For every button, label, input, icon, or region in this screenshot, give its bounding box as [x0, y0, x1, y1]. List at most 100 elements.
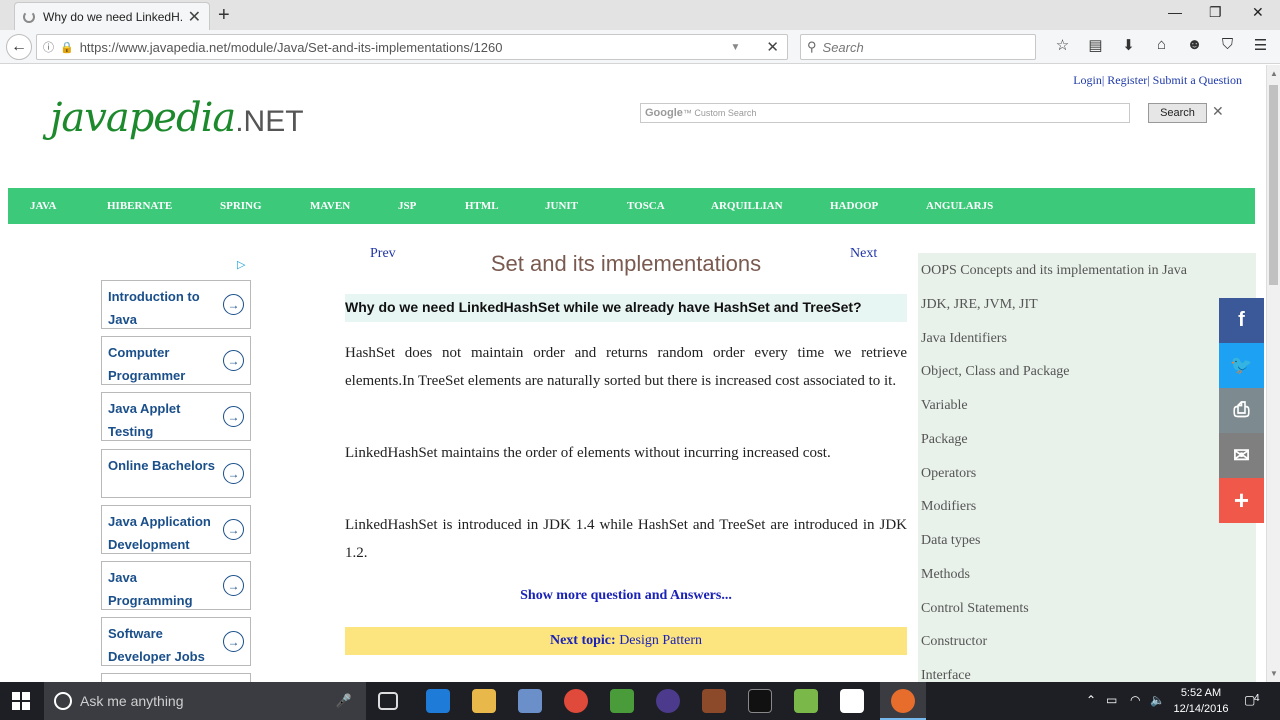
sidebar-item[interactable]: Java Identifiers — [921, 331, 1007, 347]
ad-link-partial[interactable] — [101, 673, 251, 682]
clear-search-icon[interactable]: ✕ — [1212, 103, 1224, 120]
ad-label: Software Developer Jobs — [108, 626, 205, 664]
menu-item-java[interactable]: JAVA — [30, 200, 57, 212]
scroll-up-icon[interactable]: ▲ — [1270, 69, 1278, 78]
facebook-share-button[interactable]: f — [1219, 298, 1264, 343]
sidebar-item[interactable]: Interface — [921, 668, 971, 682]
menu-item-arquillian[interactable]: ARQUILLIAN — [711, 200, 783, 212]
microphone-icon[interactable]: 🎤 — [336, 693, 352, 709]
site-search-button[interactable]: Search — [1148, 103, 1207, 123]
firefox-taskbar-button[interactable] — [880, 682, 926, 720]
sidebar-item[interactable]: Data types — [921, 533, 980, 549]
app-icon[interactable] — [840, 689, 864, 713]
terminal-icon[interactable] — [748, 689, 772, 713]
home-icon[interactable]: ⌂ — [1145, 36, 1178, 54]
search-placeholder: Search — [822, 39, 864, 55]
url-text[interactable]: https://www.javapedia.net/module/Java/Se… — [80, 40, 731, 55]
email-icon: ✉ — [1233, 445, 1250, 467]
app-icon[interactable] — [702, 689, 726, 713]
sidebar-item[interactable]: OOPS Concepts and its implementation in … — [921, 263, 1187, 279]
sidebar-item[interactable]: Modifiers — [921, 499, 976, 515]
site-logo[interactable]: javapedia.NET — [50, 95, 304, 141]
menu-item-hadoop[interactable]: HADOOP — [830, 200, 878, 212]
ad-link[interactable]: Java Applet Testing → — [101, 392, 251, 441]
ad-link[interactable]: Software Developer Jobs → — [101, 617, 251, 666]
arrow-right-icon: → — [223, 350, 244, 371]
volume-icon[interactable]: 🔈 — [1150, 693, 1165, 707]
ad-link[interactable]: Computer Programmer → — [101, 336, 251, 385]
bookmark-star-icon[interactable]: ☆ — [1046, 36, 1079, 54]
app-icon[interactable] — [610, 689, 634, 713]
sidebar-item[interactable]: Variable — [921, 398, 968, 414]
account-links[interactable]: Login| Register| Submit a Question — [1073, 73, 1242, 88]
pocket-icon[interactable]: ⛉ — [1211, 36, 1244, 54]
close-window-icon[interactable]: ✕ — [1252, 4, 1264, 21]
ad-link[interactable]: Introduction to Java → — [101, 280, 251, 329]
url-dropdown-icon[interactable]: ▼ — [731, 42, 741, 53]
notepad-icon[interactable] — [794, 689, 818, 713]
info-icon[interactable]: ⓘ — [43, 39, 54, 55]
system-clock[interactable]: 5:52 AM 12/14/2016 — [1168, 685, 1234, 717]
adchoices-icon[interactable]: ▷ — [237, 258, 245, 271]
google-search-input[interactable]: Google™ Custom Search — [640, 103, 1130, 123]
reading-list-icon[interactable]: ▤ — [1079, 36, 1112, 54]
cortana-search[interactable]: Ask me anything 🎤 — [44, 682, 366, 720]
scroll-thumb[interactable] — [1269, 85, 1278, 285]
plus-icon: + — [1233, 485, 1250, 515]
back-arrow-icon[interactable]: ← — [6, 34, 32, 60]
new-tab-icon[interactable]: + — [218, 4, 230, 27]
print-button[interactable]: ⎙ — [1219, 388, 1264, 433]
ad-link[interactable]: Online Bachelors → — [101, 449, 251, 498]
restore-icon[interactable]: ❐ — [1209, 4, 1222, 21]
chat-icon[interactable]: ☻ — [1178, 36, 1211, 54]
ad-link[interactable]: Java Programming → — [101, 561, 251, 610]
chevron-up-icon[interactable]: ⌃ — [1086, 693, 1096, 707]
battery-icon[interactable]: ▭ — [1106, 693, 1117, 707]
menu-item-junit[interactable]: JUNIT — [545, 200, 578, 212]
sidebar-item[interactable]: Object, Class and Package — [921, 364, 1070, 380]
answer-paragraph: LinkedHashSet maintains the order of ele… — [345, 445, 831, 461]
menu-icon[interactable]: ☰ — [1244, 36, 1277, 54]
menu-item-angularjs[interactable]: ANGULARJS — [926, 200, 993, 212]
scroll-down-icon[interactable]: ▼ — [1270, 669, 1278, 678]
address-bar[interactable]: ⓘ 🔒 https://www.javapedia.net/module/Jav… — [36, 34, 788, 60]
file-explorer-icon[interactable] — [472, 689, 496, 713]
sidebar-item[interactable]: Constructor — [921, 634, 987, 650]
sidebar-item[interactable]: Methods — [921, 567, 970, 583]
clock-date: 12/14/2016 — [1173, 703, 1229, 715]
twitter-share-button[interactable]: 🐦 — [1219, 343, 1264, 388]
logo-suffix: .NET — [235, 105, 304, 138]
email-share-button[interactable]: ✉ — [1219, 433, 1264, 478]
more-share-button[interactable]: + — [1219, 478, 1264, 523]
close-tab-icon[interactable]: ✕ — [188, 7, 201, 27]
next-topic-label: Next topic: — [549, 633, 616, 648]
eclipse-icon[interactable] — [656, 689, 680, 713]
next-topic-link[interactable]: Design Pattern — [619, 633, 702, 648]
chrome-icon[interactable] — [564, 689, 588, 713]
stop-icon[interactable]: ✕ — [766, 38, 779, 56]
task-view-icon[interactable] — [378, 692, 398, 710]
show-more-link[interactable]: Show more question and Answers... — [345, 588, 907, 604]
arrow-right-icon: → — [223, 406, 244, 427]
menu-item-jsp[interactable]: JSP — [398, 200, 416, 212]
sidebar-item[interactable]: Control Statements — [921, 601, 1029, 617]
ad-link[interactable]: Java Application Development → — [101, 505, 251, 554]
app-icon[interactable] — [518, 689, 542, 713]
wifi-icon[interactable]: ◠ — [1130, 693, 1140, 707]
twitter-icon: 🐦 — [1230, 355, 1253, 375]
menu-item-html[interactable]: HTML — [465, 200, 499, 212]
page-scrollbar[interactable]: ▲ ▼ — [1266, 65, 1280, 682]
menu-item-tosca[interactable]: TOSCA — [627, 200, 665, 212]
edge-icon[interactable] — [426, 689, 450, 713]
menu-item-spring[interactable]: SPRING — [220, 200, 262, 212]
sidebar-item[interactable]: Package — [921, 432, 968, 448]
browser-search-input[interactable]: ⚲ Search — [800, 34, 1036, 60]
download-icon[interactable]: ⬇ — [1112, 36, 1145, 54]
menu-item-hibernate[interactable]: HIBERNATE — [107, 200, 172, 212]
browser-tab[interactable]: Why do we need LinkedH... ✕ — [14, 2, 210, 30]
minimize-icon[interactable]: — — [1168, 4, 1182, 20]
sidebar-item[interactable]: Operators — [921, 466, 976, 482]
sidebar-item[interactable]: JDK, JRE, JVM, JIT — [921, 297, 1038, 313]
menu-item-maven[interactable]: MAVEN — [310, 200, 350, 212]
windows-start-icon[interactable] — [12, 692, 30, 710]
